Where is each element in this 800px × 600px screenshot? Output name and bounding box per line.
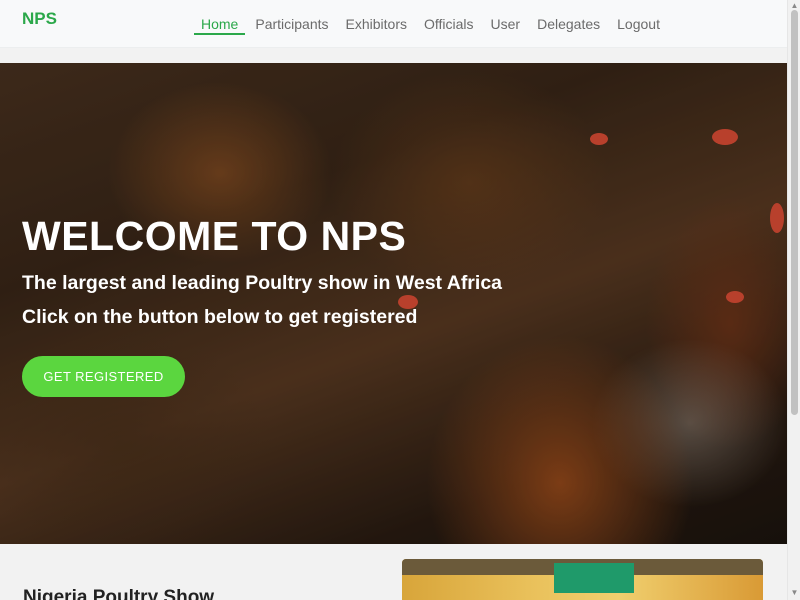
get-registered-button[interactable]: GET REGISTERED (22, 356, 185, 397)
scroll-thumb[interactable] (791, 10, 798, 415)
hen-comb-icon (712, 129, 738, 145)
navbar: NPS Home Participants Exhibitors Officia… (0, 0, 787, 48)
nav-delegates[interactable]: Delegates (529, 0, 608, 48)
nav-officials[interactable]: Officials (416, 0, 482, 48)
section-title: Nigeria Poultry Show (23, 587, 215, 600)
nav-logout[interactable]: Logout (609, 0, 668, 48)
hero-banner: WELCOME TO NPS The largest and leading P… (0, 63, 787, 544)
hen-comb-icon (590, 133, 608, 145)
about-section: Nigeria Poultry Show (0, 544, 787, 600)
image-detail (554, 563, 634, 593)
nav-home[interactable]: Home (193, 0, 246, 48)
page-scrollbar[interactable]: ▲ ▼ (787, 0, 800, 600)
nav-exhibitors[interactable]: Exhibitors (338, 0, 415, 48)
nav-participants[interactable]: Participants (247, 0, 336, 48)
brand-logo[interactable]: NPS (22, 9, 57, 29)
hero-instruction: Click on the button below to get registe… (22, 306, 418, 328)
hero-title: WELCOME TO NPS (22, 213, 407, 259)
nav-user[interactable]: User (483, 0, 529, 48)
hero-subtitle: The largest and leading Poultry show in … (22, 272, 503, 294)
scroll-up-icon[interactable]: ▲ (790, 1, 799, 10)
hen-comb-icon (726, 291, 744, 303)
hen-comb-icon (770, 203, 784, 233)
nav-menu: Home Participants Exhibitors Officials U… (193, 0, 669, 48)
section-image (402, 559, 763, 600)
scroll-down-icon[interactable]: ▼ (790, 588, 799, 597)
